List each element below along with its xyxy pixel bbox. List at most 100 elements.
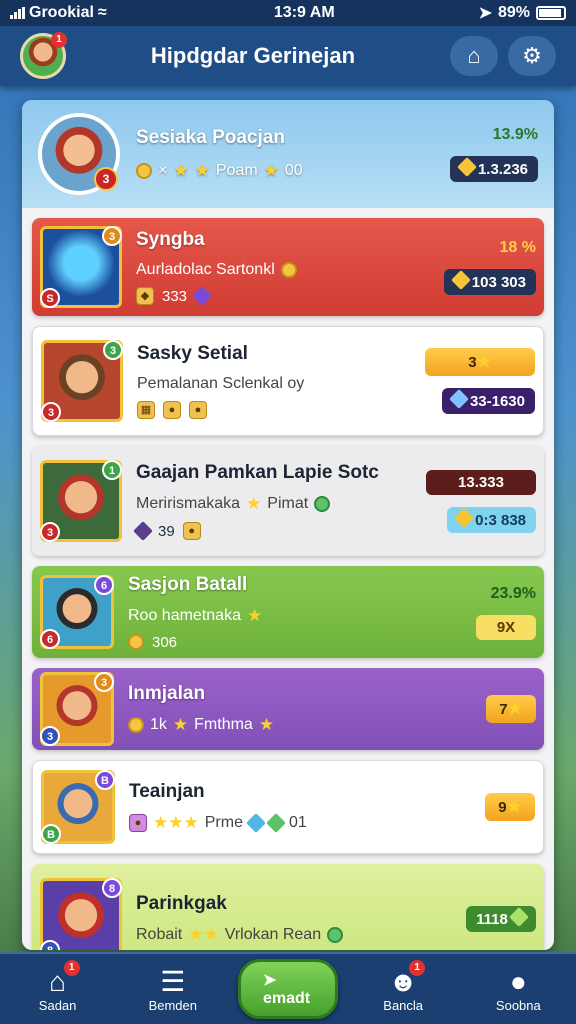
star-icon: ★ [258, 715, 275, 734]
player-coins-value: 1.3.236 [477, 161, 528, 178]
row-sub-text: 1k [150, 716, 167, 733]
row-name: Sasjon Batall [128, 573, 248, 595]
row-sub2: 306 [128, 634, 476, 651]
list-item[interactable]: 3 3 Sasky Setial Pemalanan Sclenkal oy ▦… [32, 326, 544, 436]
hero-badge-left: 8 [40, 940, 60, 950]
nav-label: Sadan [38, 997, 77, 1013]
nav-item-sadan[interactable]: ⌂ 1 Sadan [8, 959, 108, 1013]
row-sub-text-b: 01 [288, 814, 307, 831]
row-sub2-text: 306 [152, 633, 178, 651]
row-info: Gaajan Pamkan Lapie Sotc Merirismakaka ★… [122, 462, 426, 541]
gem-icon [456, 157, 477, 177]
row-sub2-text: 333 [162, 287, 188, 305]
hero-badge-right: 3 [103, 340, 123, 360]
row-value-text: 1118 [476, 911, 508, 928]
row-info: Sasjon Batall Roo hametnaka ★ 306 [114, 574, 476, 651]
crate-icon: ● [163, 401, 181, 419]
row-value-text: 0:3 838 [475, 511, 526, 529]
player-sub-value: 00 [284, 162, 303, 179]
star-icon: ★ [246, 494, 262, 513]
crate-icon: ● [189, 401, 207, 419]
row-value: 33-1630 [441, 388, 535, 414]
row-percent: 23.9% [490, 584, 536, 602]
star-icon: ★★★ [153, 813, 199, 832]
nav-item-bemden[interactable]: ☰ Bemden [123, 966, 223, 1013]
chest-icon: ◆ [136, 287, 154, 305]
hero-badge-left: S [40, 288, 60, 308]
row-sub-text-b: Pimat [267, 495, 309, 512]
player-portrait: 3 [38, 113, 120, 195]
status-right: ➤ 89% [479, 3, 566, 23]
status-bar: Grookial ≈ 13:9 AM ➤ 89% [0, 0, 576, 26]
row-value-text: 33-1630 [469, 393, 525, 410]
carrier-group: Grookial ≈ [10, 4, 210, 22]
hero-thumbnail: 3 3 [41, 340, 123, 422]
row-sub-text-b: Fmthma [194, 716, 253, 733]
hero-badge-right: 3 [102, 226, 122, 246]
current-player-card[interactable]: 3 Sesiaka Poacjan × ★ ★ Poam ★ 00 13.9% … [22, 100, 554, 208]
row-value: 103 303 [443, 269, 536, 295]
player-coins: 1.3.236 [449, 156, 538, 182]
avatar-notification-badge: 1 [51, 32, 67, 48]
star-icon: ★ [507, 699, 523, 718]
star-icon: ★★ [188, 925, 219, 944]
row-sub2: ▦ ● ● [137, 401, 425, 419]
list-item[interactable]: 3 1 Gaajan Pamkan Lapie Sotc Merirismaka… [32, 446, 544, 556]
row-name: Gaajan Pamkan Lapie Sotc [136, 462, 379, 483]
leaderboard-panel: 3 Sesiaka Poacjan × ★ ★ Poam ★ 00 13.9% … [22, 100, 554, 950]
list-item[interactable]: 6 6 Sasjon Batall Roo hametnaka ★ 306 23… [32, 566, 544, 658]
row-name: Parinkgak [136, 893, 227, 914]
hero-badge-right: 8 [102, 878, 122, 898]
hero-badge-right: 6 [94, 575, 114, 595]
row-stats: 3★ 33-1630 [425, 348, 535, 414]
list-item[interactable]: S 3 Syngba Aurladolac Sartonkl ◆ 333 18 … [32, 218, 544, 316]
player-sub: × ★ ★ Poam ★ 00 [136, 161, 450, 181]
nav-badge: 1 [63, 959, 80, 976]
hero-badge-left: 6 [40, 629, 60, 649]
chest-icon: ▦ [137, 401, 155, 419]
nav-item-soobna[interactable]: ● Soobna [468, 966, 568, 1013]
nav-item-play[interactable]: ➤ emadt [237, 959, 338, 1019]
player-sub-text: Poam [215, 162, 258, 179]
row-percent: 18 % [499, 239, 536, 256]
settings-button[interactable]: ⚙ [508, 36, 556, 76]
hero-badge-right: 1 [102, 460, 122, 480]
player-info: Sesiaka Poacjan × ★ ★ Poam ★ 00 [120, 127, 450, 181]
row-sub: Robait ★★ Vrlokan Rean [136, 925, 466, 945]
top-header: 1 Hipdgdar Gerinejan ⌂ ⚙ [0, 26, 576, 86]
list-item[interactable]: B B Teainjan ● ★★★ Prme 01 9★ [32, 760, 544, 854]
row-sub: Merirismakaka ★ Pimat [136, 494, 426, 514]
row-stats: 13.333 0:3 838 [426, 469, 536, 533]
list-item[interactable]: 8 8 Parinkgak Robait ★★ Vrlokan Rean 111… [32, 864, 544, 950]
row-sub-text-b: Vrlokan Rean [224, 926, 322, 943]
nav-item-bancla[interactable]: ☻ 1 Bancla [353, 959, 453, 1013]
row-name: Teainjan [129, 781, 205, 802]
player-stats: 13.9% 1.3.236 [449, 126, 538, 182]
row-stats: 23.9% 9X [476, 585, 536, 640]
play-icon: ➤ [262, 972, 277, 989]
battery-percent: 89% [497, 4, 530, 21]
list-icon: ☰ [160, 965, 186, 997]
gem-icon [509, 907, 529, 927]
star-icon: ★ [506, 797, 522, 816]
gem-icon [454, 507, 474, 528]
home-button[interactable]: ⌂ [450, 36, 498, 76]
list-item[interactable]: 3 3 Inmjalan 1k ★ Fmthma ★ 7★ [32, 668, 544, 750]
gem-icon [448, 389, 469, 409]
row-stats: 1118 [466, 906, 536, 932]
hero-thumbnail: B B [41, 770, 115, 844]
nav-label: Bemden [148, 997, 197, 1013]
play-button[interactable]: ➤ emadt [237, 959, 338, 1019]
row-sub-text: Robait [136, 926, 183, 943]
star-icon: ★ [476, 352, 492, 371]
row-value: 9★ [485, 793, 535, 821]
coin-icon [128, 717, 144, 733]
avatar[interactable]: 1 [20, 32, 67, 79]
row-sub: ● ★★★ Prme 01 [129, 813, 485, 833]
signal-icon [10, 7, 25, 19]
star-icon: ★ [194, 161, 210, 180]
gem-icon [450, 270, 471, 290]
row-value: 9X [476, 614, 536, 640]
gear-icon: ⚙ [522, 43, 542, 68]
row-value: 0:3 838 [446, 506, 536, 533]
